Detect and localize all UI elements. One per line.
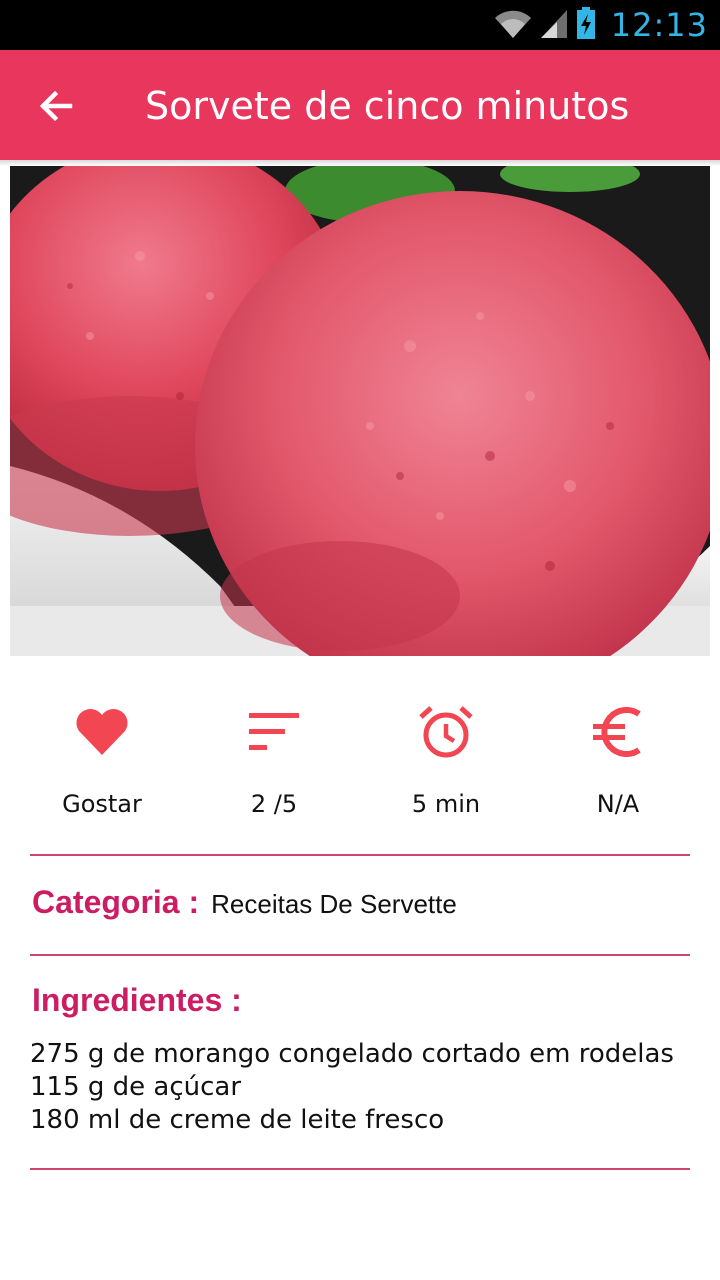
wifi-icon bbox=[493, 6, 533, 44]
price-stat: N/A bbox=[532, 690, 704, 830]
ingredient-item: 180 ml de creme de leite fresco bbox=[30, 1105, 445, 1135]
difficulty-label: 2 /5 bbox=[250, 790, 298, 818]
status-icons: 12:13 bbox=[493, 6, 708, 44]
heart-icon bbox=[72, 702, 132, 762]
app-bar: Sorvete de cinco minutos bbox=[0, 50, 720, 160]
signal-icon bbox=[539, 6, 569, 44]
arrow-back-icon bbox=[36, 86, 76, 130]
category-heading: Categoria : bbox=[32, 884, 200, 920]
status-bar: 12:13 bbox=[0, 0, 720, 50]
recipe-stats: Gostar 2 /5 5 min N/A bbox=[16, 690, 704, 830]
status-time: 12:13 bbox=[610, 6, 708, 44]
euro-icon bbox=[588, 702, 648, 762]
ingredients-list: 275 g de morango congelado cortado em ro… bbox=[30, 1038, 700, 1137]
price-label: N/A bbox=[596, 790, 640, 818]
alarm-clock-icon bbox=[416, 702, 476, 762]
divider bbox=[30, 1168, 690, 1170]
like-button[interactable]: Gostar bbox=[16, 690, 188, 830]
time-label: 5 min bbox=[411, 790, 481, 818]
ingredient-item: 115 g de açúcar bbox=[30, 1072, 242, 1102]
category-row: Categoria : Receitas De Servette bbox=[32, 884, 692, 921]
ingredient-item: 275 g de morango congelado cortado em ro… bbox=[30, 1039, 674, 1069]
like-label: Gostar bbox=[62, 790, 142, 818]
divider bbox=[30, 854, 690, 856]
recipe-photo bbox=[10, 166, 710, 656]
category-value: Receitas De Servette bbox=[211, 889, 457, 919]
ingredients-heading: Ingredientes : bbox=[32, 982, 242, 1018]
difficulty-stat: 2 /5 bbox=[188, 690, 360, 830]
page-title: Sorvete de cinco minutos bbox=[145, 84, 630, 128]
difficulty-lines-icon bbox=[244, 702, 304, 762]
battery-charging-icon bbox=[575, 6, 597, 44]
divider bbox=[30, 954, 690, 956]
time-stat: 5 min bbox=[360, 690, 532, 830]
back-button[interactable] bbox=[28, 80, 84, 136]
